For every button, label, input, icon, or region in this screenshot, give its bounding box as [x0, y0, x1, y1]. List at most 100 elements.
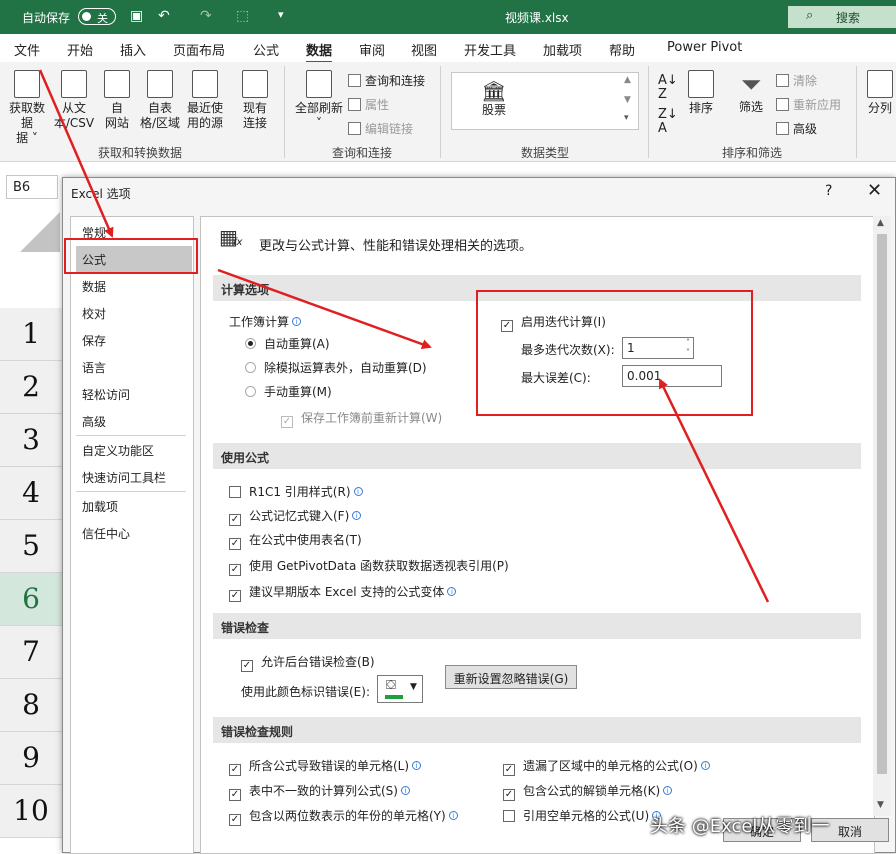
rule-two-digit-year-checkbox[interactable]: ✓ 包含以两位数表示的年份的单元格(Y) i: [229, 807, 458, 826]
data-types-gallery[interactable]: 🏛 股票 ▲ ▼ ▾: [451, 72, 639, 130]
save-icon[interactable]: ▣: [130, 8, 143, 24]
queries-connections-button[interactable]: 查询和连接: [348, 72, 425, 89]
select-all-corner[interactable]: [20, 212, 60, 252]
from-table-button[interactable]: 自表 格/区域: [138, 70, 182, 131]
row-header[interactable]: 2: [0, 361, 62, 414]
search-box[interactable]: ⌕ 搜索: [788, 6, 896, 28]
nav-save[interactable]: 保存: [76, 327, 192, 354]
recalc-before-save-checkbox[interactable]: ✓ 保存工作簿前重新计算(W): [281, 409, 442, 428]
properties-button[interactable]: 属性: [348, 96, 389, 113]
help-button[interactable]: ?: [825, 183, 832, 199]
row-header[interactable]: 8: [0, 679, 62, 732]
nav-addins[interactable]: 加载项: [76, 493, 192, 520]
edit-links-button[interactable]: 编辑链接: [348, 120, 413, 137]
legacy-formulas-checkbox[interactable]: ✓ 建议早期版本 Excel 支持的公式变体 i: [229, 583, 457, 602]
rule-omit-cells-checkbox[interactable]: ✓ 遗漏了区域中的单元格的公式(O) i: [503, 757, 710, 776]
sort-az-icon[interactable]: A↓ Z: [658, 74, 678, 102]
manual-calc-radio[interactable]: 手动重算(M): [245, 383, 332, 400]
sort-button[interactable]: 排序: [684, 70, 718, 116]
tab-home[interactable]: 开始: [67, 40, 93, 59]
tab-power-pivot[interactable]: Power Pivot: [667, 40, 742, 55]
nav-language[interactable]: 语言: [76, 354, 192, 381]
tab-formulas[interactable]: 公式: [253, 40, 279, 59]
rule-unlocked-cells-checkbox[interactable]: ✓ 包含公式的解锁单元格(K) i: [503, 782, 673, 801]
nav-accessibility[interactable]: 轻松访问: [76, 381, 192, 408]
tab-data[interactable]: 数据: [306, 40, 333, 64]
tab-view[interactable]: 视图: [411, 40, 437, 59]
auto-calc-radio[interactable]: 自动重算(A): [245, 335, 330, 352]
enable-iterative-checkbox[interactable]: ✓ 启用迭代计算(I): [501, 313, 606, 332]
row-header[interactable]: 4: [0, 467, 62, 520]
text-to-columns-button[interactable]: 分列: [864, 70, 896, 116]
gallery-up-icon[interactable]: ▲: [624, 75, 631, 85]
row-header[interactable]: 3: [0, 414, 62, 467]
tab-review[interactable]: 审阅: [359, 40, 385, 59]
customize-toolbar-icon[interactable]: ▾: [278, 8, 284, 21]
undo-icon[interactable]: ↶: [158, 8, 170, 24]
row-header[interactable]: 10: [0, 785, 62, 838]
checkbox-checked: ✓: [241, 660, 253, 672]
tab-help[interactable]: 帮助: [609, 40, 635, 59]
rule-error-formulas-checkbox[interactable]: ✓ 所含公式导致错误的单元格(L) i: [229, 757, 422, 776]
tab-page-layout[interactable]: 页面布局: [173, 40, 225, 59]
nav-proofing[interactable]: 校对: [76, 300, 192, 327]
checkbox-checked: ✓: [501, 320, 513, 332]
error-color-picker[interactable]: ⛋ ▼: [377, 675, 423, 703]
tab-developer[interactable]: 开发工具: [464, 40, 516, 59]
clear-button[interactable]: 清除: [776, 72, 817, 89]
nav-data[interactable]: 数据: [76, 273, 192, 300]
close-button[interactable]: ✕: [867, 180, 882, 201]
max-iterations-input[interactable]: 1 ˄ ˅: [622, 337, 694, 359]
reapply-label: 重新应用: [793, 98, 842, 112]
checkbox-checked: ✓: [229, 764, 241, 776]
rule-empty-cells-checkbox[interactable]: 引用空单元格的公式(U) i: [503, 807, 662, 824]
row-header[interactable]: 7: [0, 626, 62, 679]
get-data-label-2: 据 ˅: [16, 131, 38, 145]
scroll-down-icon[interactable]: ▼: [877, 800, 884, 810]
existing-connections-button[interactable]: 现有 连接: [236, 70, 274, 131]
scroll-up-icon[interactable]: ▲: [877, 218, 884, 228]
reset-ignored-errors-button[interactable]: 重新设置忽略错误(G): [445, 665, 577, 689]
nav-advanced[interactable]: 高级: [76, 408, 192, 435]
rule-inconsistent-column-checkbox[interactable]: ✓ 表中不一致的计算列公式(S) i: [229, 782, 410, 801]
row-header[interactable]: 5: [0, 520, 62, 573]
autosave-toggle[interactable]: 关: [78, 8, 116, 25]
spinner-icon[interactable]: ˄ ˅: [686, 338, 690, 358]
gallery-down-icon[interactable]: ▼: [624, 95, 631, 105]
sort-za-icon[interactable]: Z↓ A: [658, 108, 678, 136]
format-painter-icon[interactable]: ⬚: [236, 8, 249, 24]
auto-except-tables-radio[interactable]: 除模拟运算表外，自动重算(D): [245, 359, 427, 376]
background-error-checking-checkbox[interactable]: ✓ 允许后台错误检查(B): [241, 653, 375, 672]
recent-sources-button[interactable]: 最近使 用的源: [184, 70, 226, 131]
filter-button[interactable]: ⏷ 筛选: [734, 70, 768, 115]
nav-trust-center[interactable]: 信任中心: [76, 520, 192, 547]
tab-file[interactable]: 文件: [14, 40, 40, 59]
redo-icon[interactable]: ↷: [200, 8, 212, 24]
row-header[interactable]: 1: [0, 308, 62, 361]
formula-autocomplete-checkbox[interactable]: ✓ 公式记忆式键入(F) i: [229, 507, 362, 526]
nav-quick-access-toolbar[interactable]: 快速访问工具栏: [76, 464, 192, 491]
row-header[interactable]: 9: [0, 732, 62, 785]
advanced-filter-button[interactable]: 高级: [776, 120, 817, 137]
get-data-button[interactable]: 获取数据 据 ˅: [6, 70, 48, 146]
tab-addins[interactable]: 加载项: [543, 40, 582, 59]
gallery-more-icon[interactable]: ▾: [624, 113, 629, 123]
stocks-button[interactable]: 🏛 股票: [474, 79, 514, 118]
nav-general[interactable]: 常规: [76, 219, 192, 246]
from-web-button[interactable]: 自 网站: [100, 70, 134, 131]
color-swatch: [385, 695, 403, 699]
nav-formulas[interactable]: 公式: [76, 246, 192, 273]
getpivotdata-checkbox[interactable]: ✓ 使用 GetPivotData 函数获取数据透视表引用(P): [229, 557, 509, 576]
max-change-input[interactable]: 0.001: [622, 365, 722, 387]
name-box[interactable]: B6: [6, 175, 58, 199]
row-header-selected[interactable]: 6: [0, 573, 62, 626]
reapply-button[interactable]: 重新应用: [776, 96, 841, 113]
refresh-all-button[interactable]: 全部刷新 ˅: [292, 70, 346, 131]
options-scrollbar[interactable]: ▲ ▼: [873, 216, 891, 816]
table-names-checkbox[interactable]: ✓ 在公式中使用表名(T): [229, 531, 362, 550]
tab-insert[interactable]: 插入: [120, 40, 146, 59]
nav-customize-ribbon[interactable]: 自定义功能区: [76, 437, 192, 464]
scrollbar-thumb[interactable]: [877, 234, 887, 774]
r1c1-checkbox[interactable]: R1C1 引用样式(R) i: [229, 483, 363, 500]
from-text-button[interactable]: 从文 本/CSV: [52, 70, 96, 131]
